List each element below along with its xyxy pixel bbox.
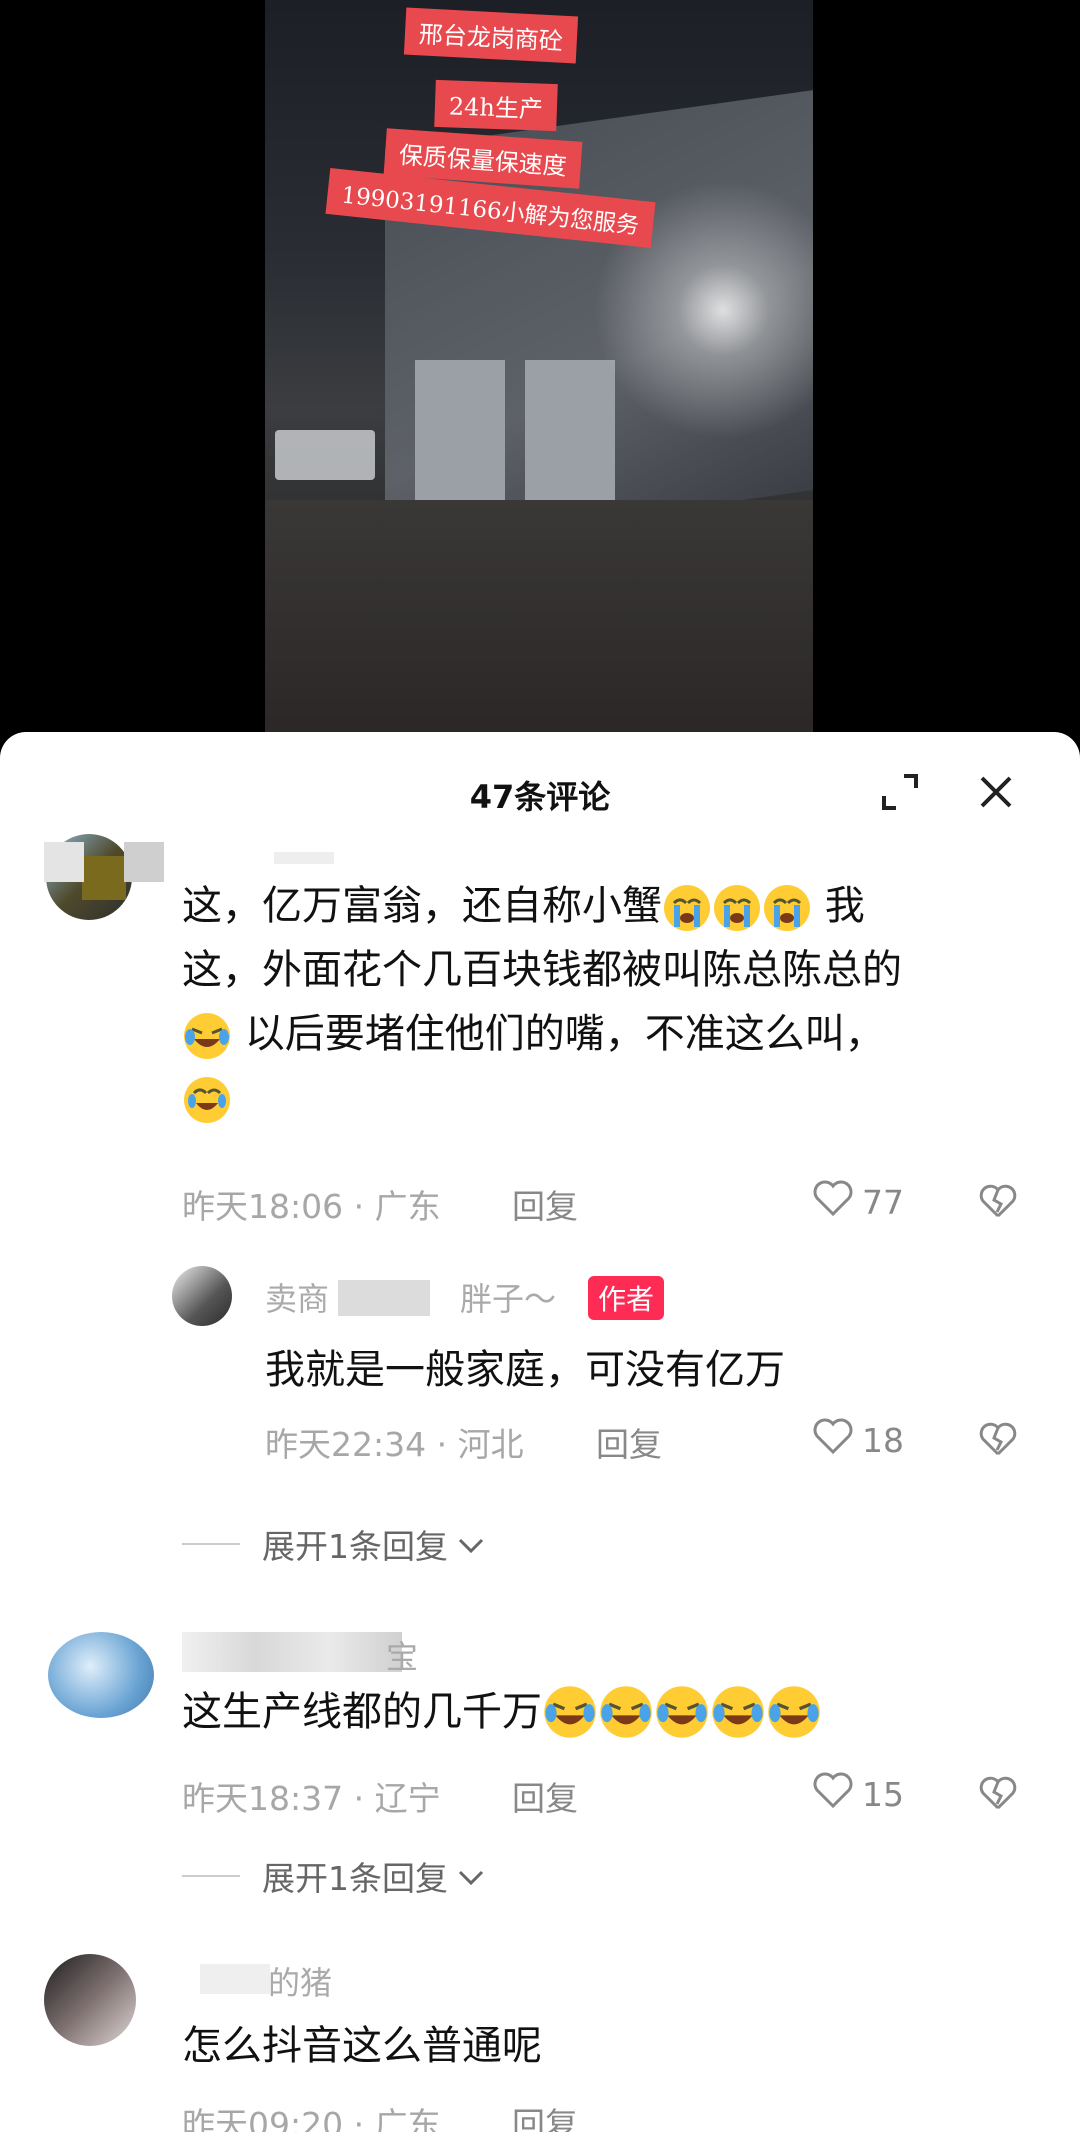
avatar[interactable] <box>44 1954 136 2046</box>
chevron-down-icon <box>456 1525 486 1564</box>
heart-icon <box>812 1770 854 1818</box>
broken-heart-icon[interactable] <box>978 1182 1018 1222</box>
author-badge: 作者 <box>588 1276 665 1320</box>
crying-emoji-icon <box>662 883 712 933</box>
comment-text: 怎么抖音这么普通呢 <box>182 2023 542 2069</box>
expand-replies[interactable]: 展开1条回复 <box>182 1852 486 1900</box>
crying-emoji-icon <box>712 883 762 933</box>
blur-mask <box>182 1632 402 1672</box>
like-button[interactable]: 15 <box>812 1770 904 1818</box>
comment-time-location: 昨天09:20 · 广东 <box>182 2105 441 2132</box>
like-count: 15 <box>862 1774 904 1814</box>
laughing-emoji-icon <box>182 1011 232 1061</box>
crying-emoji-icon <box>762 883 812 933</box>
like-count: 18 <box>862 1420 904 1460</box>
ground <box>265 500 813 740</box>
heart-icon <box>812 1416 854 1464</box>
reply-button[interactable]: 回复 <box>512 1772 578 1820</box>
laughing-emoji-icon <box>710 1684 766 1740</box>
like-count: 77 <box>862 1182 904 1222</box>
door <box>415 360 505 510</box>
comment-sheet: 47条评论 这，亿万富翁，还自称小蟹 我 这，外面花个几百块钱都被叫陈总陈总的 … <box>0 732 1080 2132</box>
comment-text: 这，亿万富翁，还自称小蟹 我 这，外面花个几百块钱都被叫陈总陈总的 以后要堵住他… <box>182 874 1022 1130</box>
blur-mask <box>338 1280 430 1316</box>
laughing-emoji-icon <box>766 1684 822 1740</box>
comment-text: 这生产线都的几千万 <box>182 1680 822 1744</box>
door <box>525 360 615 510</box>
reply-username: 卖商 <box>265 1280 330 1318</box>
reply-button[interactable]: 回复 <box>512 1180 578 1228</box>
expand-label: 展开1条回复 <box>262 1859 448 1898</box>
laughing-emoji-icon <box>182 1075 232 1125</box>
video-banner: 24h生产 <box>434 79 558 132</box>
comment-time-location: 昨天18:37 · 辽宁 <box>182 1779 441 1818</box>
close-icon[interactable] <box>974 770 1018 814</box>
comment-time-location: 昨天18:06 · 广东 <box>182 1187 441 1226</box>
expand-replies[interactable]: 展开1条回复 <box>182 1520 486 1568</box>
laughing-emoji-icon <box>654 1684 710 1740</box>
reply-time-location: 昨天22:34 · 河北 <box>265 1425 524 1464</box>
laughing-emoji-icon <box>598 1684 654 1740</box>
laughing-emoji-icon <box>542 1684 598 1740</box>
truck <box>275 430 375 480</box>
reply-button[interactable]: 回复 <box>512 2098 578 2132</box>
video-frame[interactable]: 邢台龙岗商砼 24h生产 保质保量保速度 19903191166小解为您服务 <box>265 0 813 740</box>
video-banner: 邢台龙岗商砼 <box>403 7 579 64</box>
blur-mask <box>124 842 164 882</box>
comment-username: 的猪 <box>268 1964 333 2002</box>
avatar[interactable] <box>48 1632 154 1718</box>
fullscreen-icon[interactable] <box>878 770 922 814</box>
blur-mask <box>44 842 84 882</box>
like-button[interactable]: 18 <box>812 1416 904 1464</box>
chevron-down-icon <box>456 1857 486 1896</box>
reply-text: 我就是一般家庭，可没有亿万 <box>265 1347 785 1393</box>
reply-button[interactable]: 回复 <box>596 1418 662 1466</box>
expand-label: 展开1条回复 <box>262 1527 448 1566</box>
heart-icon <box>812 1178 854 1226</box>
reply-avatar[interactable] <box>172 1266 232 1326</box>
divider-line <box>182 1543 240 1545</box>
broken-heart-icon[interactable] <box>978 1774 1018 1814</box>
divider-line <box>182 1875 240 1877</box>
blur-mask <box>200 1964 270 1994</box>
reply-username-suffix: 胖子～ <box>460 1280 557 1318</box>
video-player[interactable]: 邢台龙岗商砼 24h生产 保质保量保速度 19903191166小解为您服务 <box>0 0 1080 740</box>
like-button[interactable]: 77 <box>812 1178 904 1226</box>
comment-username: 宝 <box>386 1638 419 1676</box>
broken-heart-icon[interactable] <box>978 1420 1018 1460</box>
blur-mask <box>274 852 334 864</box>
